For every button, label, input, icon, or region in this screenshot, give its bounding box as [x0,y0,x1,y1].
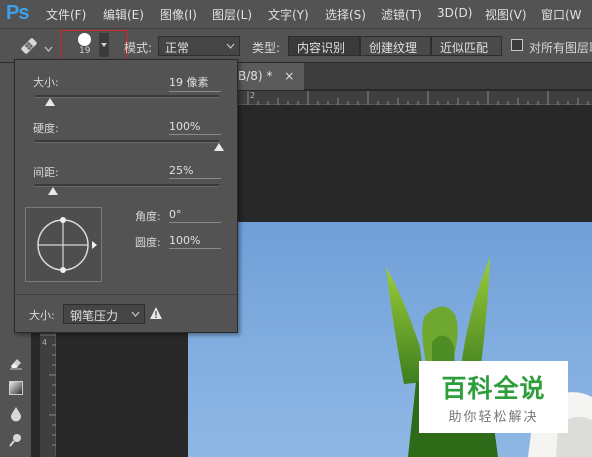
size-slider-thumb[interactable] [44,98,55,106]
size-value[interactable]: 19 像素 [169,74,221,92]
roundness-value[interactable]: 100% [169,234,221,249]
brush-preset-picker[interactable] [60,30,128,61]
watermark-subtitle: 助你轻松解决 [448,410,539,425]
gradient-icon[interactable] [8,380,24,396]
sample-all-layers-checkbox[interactable] [511,39,523,51]
hardness-slider[interactable] [35,140,224,151]
size-label: 大小: [33,76,59,89]
size-slider[interactable] [35,95,219,106]
spacing-slider[interactable] [35,184,219,195]
document-tab-title: B/8) * [238,69,273,83]
menu-select[interactable]: 选择(S) [325,6,366,23]
type-label: 类型: [252,41,281,55]
warning-icon[interactable] [149,306,163,320]
healing-brush-icon[interactable] [18,35,40,57]
ruler-top-label: 2 [250,91,256,100]
menu-bar: Ps 文件(F) 编辑(E) 图像(I) 图层(L) 文字(Y) 选择(S) 滤… [0,0,592,29]
panel-divider [15,294,237,295]
hardness-label: 硬度: [33,122,59,135]
spacing-label: 间距: [33,166,59,179]
options-bar: 19 模式: 正常 类型: 内容识别 创建纹理 近似匹配 对所有图层取 [0,29,592,63]
blur-drop-icon[interactable] [8,406,24,422]
angle-label: 角度: [135,210,161,223]
watermark-title: 百科全说 [441,374,546,403]
type-content-aware-button[interactable]: 内容识别 [288,36,360,56]
menu-3d[interactable]: 3D(D) [437,6,472,20]
sample-all-layers-label: 对所有图层取 [529,41,592,55]
close-icon[interactable]: × [284,69,294,83]
menu-view[interactable]: 视图(V) [485,6,527,23]
pen-pressure-value: 钢笔压力 [70,309,119,323]
menu-image[interactable]: 图像(I) [160,6,197,23]
menu-edit[interactable]: 编辑(E) [103,6,144,23]
pressure-size-label: 大小: [29,309,55,322]
chevron-down-icon [226,40,235,55]
chevron-down-icon [131,308,140,323]
mode-label: 模式: [124,41,153,55]
menu-type[interactable]: 文字(Y) [268,6,309,23]
brush-picker-dropdown[interactable] [99,33,109,57]
pen-pressure-select[interactable]: 钢笔压力 [63,304,145,324]
brush-settings-popup: 大小: 19 像素 硬度: 100% 间距: 25% 角度: 0° 圆度: 10… [14,59,238,333]
document-tab[interactable]: B/8) * × [232,63,305,90]
watermark-badge: 百科全说 助你轻松解决 [419,361,568,433]
dodge-icon[interactable] [8,432,24,448]
type-create-texture-button[interactable]: 创建纹理 [360,36,431,56]
menu-filter[interactable]: 滤镜(T) [381,6,422,23]
chevron-down-icon[interactable] [44,41,53,55]
mode-select[interactable]: 正常 [158,36,240,56]
roundness-label: 圆度: [135,236,161,249]
menu-file[interactable]: 文件(F) [46,6,86,23]
spacing-value[interactable]: 25% [169,164,221,179]
eraser-icon[interactable] [8,355,24,371]
spacing-slider-thumb[interactable] [48,187,59,195]
hardness-slider-thumb[interactable] [214,143,224,151]
ruler-left-label: 4 [42,338,48,347]
type-proximity-match-button[interactable]: 近似匹配 [431,36,502,56]
hardness-value[interactable]: 100% [169,120,221,135]
app-logo: Ps [6,2,29,24]
menu-layer[interactable]: 图层(L) [212,6,252,23]
menu-window[interactable]: 窗口(W [541,6,582,23]
mode-value: 正常 [165,41,190,55]
angle-value[interactable]: 0° [169,208,221,223]
brush-angle-preview[interactable] [25,207,102,282]
brush-tip-preview [78,33,91,46]
brush-size-readout: 19 [79,46,91,56]
